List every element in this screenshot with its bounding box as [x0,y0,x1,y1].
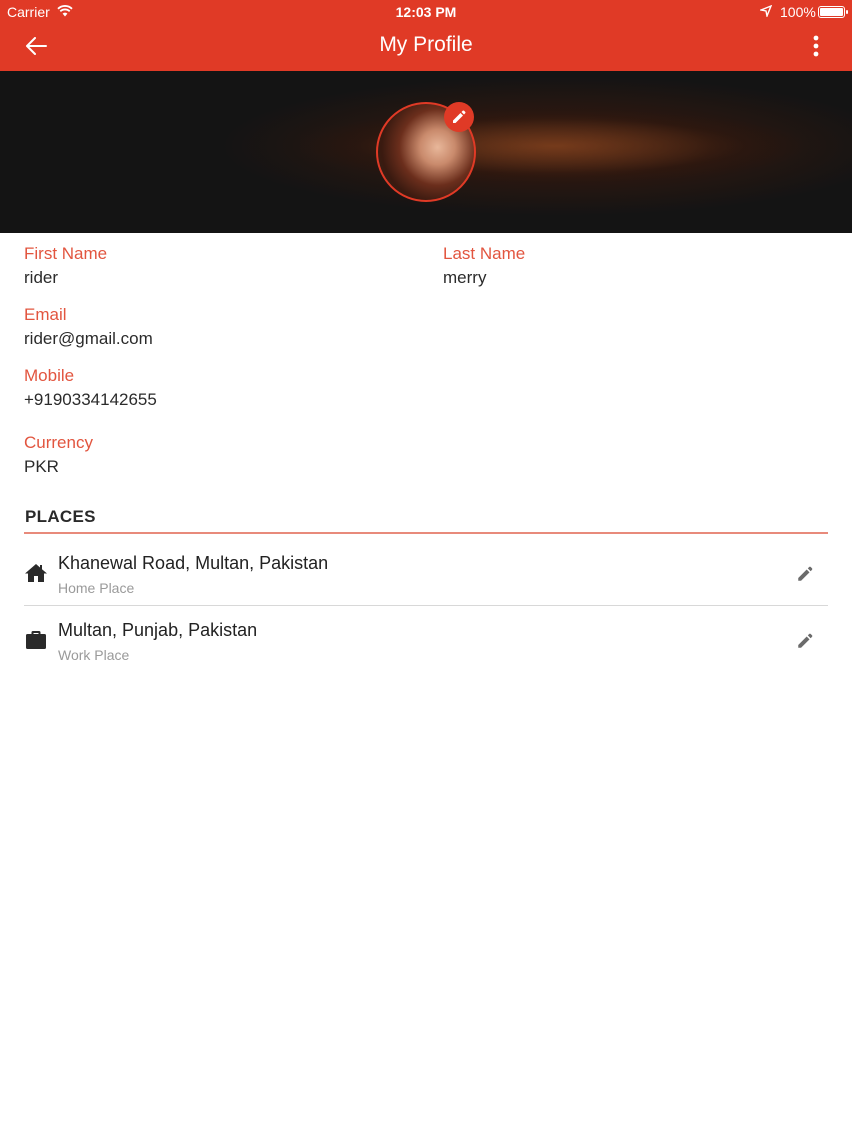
overflow-menu-button[interactable] [800,30,832,62]
pencil-icon [798,633,813,648]
last-name-label: Last Name [443,244,526,263]
home-icon [24,561,48,585]
mobile-label: Mobile [24,366,75,385]
battery-icon [818,6,848,18]
edit-photo-button[interactable] [444,102,474,132]
place-type: Work Place [58,647,130,663]
places-divider [24,532,828,534]
email-value[interactable]: rider@gmail.com [24,329,153,349]
first-name-value[interactable]: rider [24,268,58,288]
page-title: My Profile [379,33,473,56]
last-name-value[interactable]: merry [443,268,486,288]
more-vertical-icon [813,35,819,57]
status-bar: Carrier 12:03 PM 100% [0,0,852,24]
clock: 12:03 PM [395,4,457,20]
app-bar: Carrier 12:03 PM 100% My Profile [0,0,852,71]
currency-label: Currency [24,433,93,452]
first-name-label: First Name [24,244,108,263]
place-type: Home Place [58,580,135,596]
edit-home-place-button[interactable] [792,561,818,587]
briefcase-icon [24,628,48,652]
pencil-icon [453,110,466,123]
place-item-home[interactable]: Khanewal Road, Multan, Pakistan Home Pla… [24,537,828,607]
pencil-icon [798,566,813,581]
places-heading: PLACES [25,507,96,526]
place-address: Khanewal Road, Multan, Pakistan [58,553,329,573]
currency-value[interactable]: PKR [24,457,59,477]
location-arrow-icon [758,4,773,20]
place-item-work[interactable]: Multan, Punjab, Pakistan Work Place [24,604,828,674]
place-address: Multan, Punjab, Pakistan [58,620,258,640]
avatar-container [376,102,476,202]
edit-work-place-button[interactable] [792,628,818,654]
battery-percent: 100% [780,4,816,20]
email-label: Email [24,305,67,324]
mobile-value[interactable]: +9190334142655 [24,390,157,410]
